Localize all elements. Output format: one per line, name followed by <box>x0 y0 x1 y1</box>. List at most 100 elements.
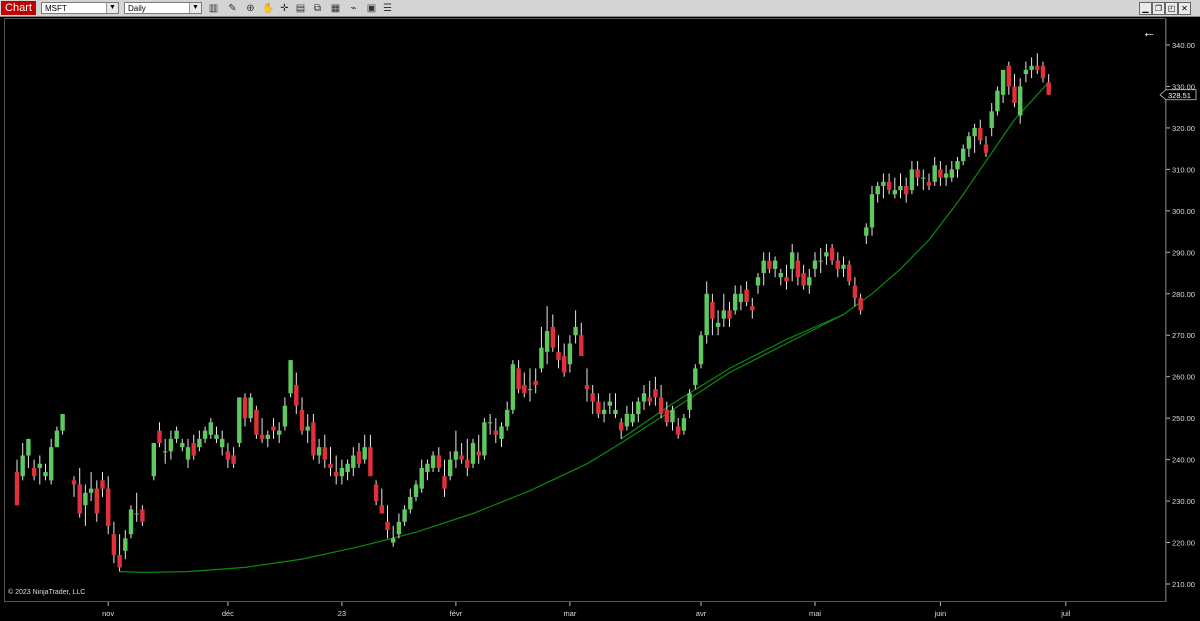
candle-up <box>1000 69 1006 95</box>
time-tick-label: juil <box>1060 609 1071 618</box>
candle-down <box>533 380 538 385</box>
candle-down <box>225 451 231 460</box>
time-tick-label: avr <box>696 609 707 618</box>
candle-up <box>613 409 618 415</box>
candle-up <box>174 430 179 439</box>
candle-up <box>966 136 972 149</box>
time-tick-label: févr <box>450 609 463 618</box>
candle-up <box>875 185 880 195</box>
candle-up <box>869 194 875 228</box>
candle-up <box>208 422 213 435</box>
back-arrow-icon[interactable]: ← <box>1142 24 1156 40</box>
candle-down <box>117 554 122 568</box>
candle-up <box>715 322 721 327</box>
candle-up <box>470 443 476 464</box>
candle-down <box>385 521 390 531</box>
candle-up <box>20 455 25 477</box>
candle-up <box>408 496 413 510</box>
candle-down <box>852 285 858 298</box>
candle-down <box>744 289 749 303</box>
candle-up <box>499 426 504 439</box>
candle-down <box>71 480 77 485</box>
candle-up <box>995 90 1000 112</box>
candle-up <box>641 393 647 402</box>
candle-up <box>755 277 761 286</box>
price-tick-label: 320.00 <box>1172 124 1195 133</box>
candle-up <box>430 455 436 468</box>
candle-down <box>31 467 37 477</box>
candle-down <box>311 422 316 456</box>
candle-up <box>693 368 698 385</box>
price-tick-label: 250.00 <box>1172 414 1195 423</box>
candle-down <box>106 488 111 526</box>
candle-up <box>881 181 886 186</box>
candle-up <box>277 430 282 435</box>
candle-up <box>624 414 630 427</box>
candle-down <box>653 389 658 398</box>
candle-down <box>459 455 464 460</box>
candle-down <box>915 169 920 178</box>
candle-up <box>812 260 818 269</box>
candle-up <box>134 513 139 515</box>
candle-up <box>687 393 692 410</box>
trend-curve <box>620 313 844 440</box>
candle-up <box>482 422 487 456</box>
candle-down <box>111 534 117 555</box>
candle-up <box>362 447 367 460</box>
candle-up <box>601 409 607 415</box>
candle-up <box>1018 86 1023 116</box>
candle-up <box>185 447 191 460</box>
candle-down <box>294 384 299 406</box>
candle-up <box>282 405 288 427</box>
candle-down <box>829 248 835 261</box>
candle-up <box>425 463 430 473</box>
candle-up <box>630 414 635 423</box>
candle-up <box>733 293 738 311</box>
candle-down <box>77 484 82 514</box>
price-tick-label: 220.00 <box>1172 539 1195 548</box>
candle-up <box>197 438 202 448</box>
candle-down <box>231 455 236 464</box>
candle-up <box>168 438 174 452</box>
candle-down <box>983 144 989 153</box>
price-tick-label: 260.00 <box>1172 373 1195 382</box>
candle-down <box>847 264 852 282</box>
candle-up <box>772 260 778 269</box>
candle-down <box>1035 65 1040 70</box>
candle-up <box>761 260 766 274</box>
candle-up <box>681 418 687 431</box>
candle-down <box>1006 65 1011 87</box>
candle-up <box>539 347 544 369</box>
candle-up <box>351 455 356 468</box>
price-chart[interactable]: 210.00 220.00 230.00 240.00 250.00 260.00 270.… <box>0 0 1200 621</box>
candle-down <box>1012 86 1017 104</box>
candle-down <box>271 426 276 431</box>
candle-up <box>544 331 550 352</box>
price-tick-label: 280.00 <box>1172 290 1195 299</box>
candle-down <box>750 306 755 311</box>
candle-up <box>1023 69 1029 75</box>
candle-down <box>550 326 555 348</box>
candle-down <box>727 310 732 319</box>
candle-up <box>163 451 168 453</box>
candle-up <box>841 264 846 269</box>
time-tick-label: mai <box>809 609 821 618</box>
candle-up <box>778 273 783 278</box>
candle-down <box>334 472 339 477</box>
candle-up <box>345 463 350 473</box>
time-tick-label: 23 <box>338 609 346 618</box>
candle-up <box>738 293 744 303</box>
candle-down <box>676 426 681 435</box>
candle-up <box>972 127 977 137</box>
candle-up <box>921 177 926 179</box>
price-tick-label: 300.00 <box>1172 207 1195 216</box>
candle-up <box>54 430 60 448</box>
candle-up <box>413 484 419 497</box>
candle-up <box>567 343 573 365</box>
candle-up <box>698 335 704 365</box>
current-price-label: 328.51 <box>1168 91 1191 100</box>
candle-down <box>784 277 789 282</box>
candle-up <box>83 492 88 506</box>
candle-up <box>527 389 533 391</box>
candle-down <box>647 397 652 402</box>
